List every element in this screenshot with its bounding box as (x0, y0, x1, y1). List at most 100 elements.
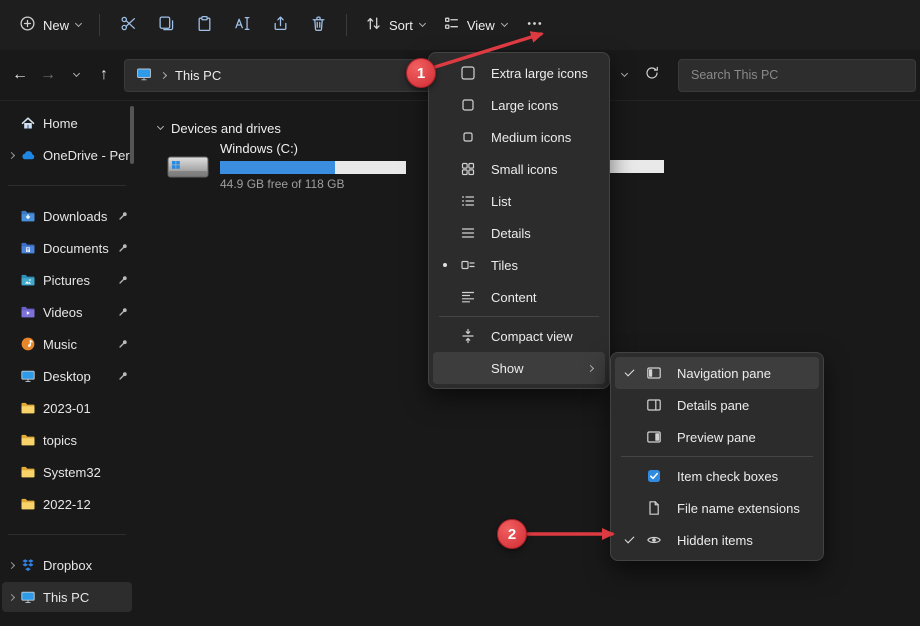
chevron-down-icon (75, 19, 82, 26)
chevron-down-icon (501, 19, 508, 26)
new-button-label: New (43, 18, 69, 33)
copy-button[interactable] (147, 8, 185, 42)
pin-icon (115, 306, 130, 318)
sidebar-item-music[interactable]: Music (2, 329, 132, 359)
view-option-extra-large-icons[interactable]: Extra large icons (433, 57, 605, 89)
submenu-item-details-pane[interactable]: Details pane (615, 389, 819, 421)
sidebar-item-label: 2022-12 (43, 497, 132, 512)
toolbar-divider (346, 14, 347, 36)
drive-info: Windows (C:) 44.9 GB free of 118 GB (220, 140, 406, 191)
view-option-large-icons[interactable]: Large icons (433, 89, 605, 121)
large-icons-icon (455, 97, 481, 113)
view-option-compact-view[interactable]: Compact view (433, 320, 605, 352)
view-button[interactable]: View (434, 8, 516, 42)
details-pane-icon (641, 397, 667, 413)
file-name-extensions-icon (641, 500, 667, 516)
sidebar-item-system32[interactable]: System32 (2, 457, 132, 487)
refresh-button[interactable] (638, 60, 666, 90)
pin-icon (115, 370, 130, 382)
content-icon (455, 289, 481, 305)
folder-icon (18, 496, 38, 512)
menu-item-label: Medium icons (481, 130, 571, 145)
extra-large-icons-icon (455, 65, 481, 81)
sidebar-item-label: OneDrive - Perso (43, 148, 132, 163)
view-option-content[interactable]: Content (433, 281, 605, 313)
pin-icon (115, 242, 130, 254)
delete-button[interactable] (299, 8, 337, 42)
sidebar-item-pictures[interactable]: Pictures (2, 265, 132, 295)
more-options-button[interactable] (516, 8, 554, 42)
drive-name: Windows (C:) (220, 140, 406, 157)
paste-button[interactable] (185, 8, 223, 42)
paste-icon (196, 15, 213, 35)
sidebar-item-desktop[interactable]: Desktop (2, 361, 132, 391)
view-option-small-icons[interactable]: Small icons (433, 153, 605, 185)
trash-icon (310, 15, 327, 35)
show-submenu: Navigation pane Details pane Preview pan… (610, 352, 824, 561)
folder-icon (18, 432, 38, 448)
search-input[interactable] (691, 68, 903, 82)
sidebar-item-label: Documents (43, 241, 115, 256)
list-icon (455, 193, 481, 209)
cut-button[interactable] (109, 8, 147, 42)
rename-button[interactable] (223, 8, 261, 42)
menu-item-label: Item check boxes (667, 469, 778, 484)
details-icon (455, 225, 481, 241)
tiles-icon (455, 257, 481, 273)
checkmark-icon (617, 539, 641, 541)
sidebar-item-videos[interactable]: Videos (2, 297, 132, 327)
chevron-down-icon (72, 69, 79, 76)
sidebar-item-label: Downloads (43, 209, 115, 224)
this-pc-icon (136, 66, 152, 85)
file-explorer-window: New (0, 0, 920, 626)
search-box (678, 59, 916, 92)
sidebar-scrollbar-thumb[interactable] (130, 106, 134, 164)
pictures-folder-icon (18, 272, 38, 288)
up-button[interactable]: ↑ (90, 60, 118, 90)
view-button-label: View (467, 18, 495, 33)
sidebar-item-label: Music (43, 337, 115, 352)
sidebar-divider (8, 185, 126, 186)
sidebar-item-onedrive[interactable]: OneDrive - Perso (2, 140, 132, 170)
submenu-item-item-check-boxes[interactable]: Item check boxes (615, 460, 819, 492)
show-submenu-item[interactable]: Show (433, 352, 605, 384)
recent-locations-button[interactable] (62, 60, 90, 90)
new-button[interactable]: New (10, 8, 90, 42)
share-button[interactable] (261, 8, 299, 42)
view-option-tiles[interactable]: Tiles (433, 249, 605, 281)
address-dropdown-button[interactable] (610, 60, 638, 90)
documents-folder-icon (18, 240, 38, 256)
sidebar-item-2022-12[interactable]: 2022-12 (2, 489, 132, 519)
sort-button[interactable]: Sort (356, 8, 434, 42)
submenu-item-navigation-pane[interactable]: Navigation pane (615, 357, 819, 389)
menu-item-label: Small icons (481, 162, 557, 177)
sidebar-item-downloads[interactable]: Downloads (2, 201, 132, 231)
submenu-item-hidden-items[interactable]: Hidden items (615, 524, 819, 556)
sidebar-item-topics[interactable]: topics (2, 425, 132, 455)
expand-chevron-icon (4, 563, 18, 568)
sidebar-item-this-pc[interactable]: This PC (2, 582, 132, 612)
toolbar-divider (99, 14, 100, 36)
sidebar-item-dropbox[interactable]: Dropbox (2, 550, 132, 580)
sidebar-item-label: This PC (43, 590, 132, 605)
menu-item-label: List (481, 194, 511, 209)
onedrive-cloud-icon (18, 147, 38, 163)
forward-button[interactable]: → (34, 60, 62, 90)
view-option-list[interactable]: List (433, 185, 605, 217)
sidebar-item-documents[interactable]: Documents (2, 233, 132, 263)
sidebar-item-label: 2023-01 (43, 401, 132, 416)
back-button[interactable]: ← (6, 60, 34, 90)
medium-icons-icon (455, 129, 481, 145)
submenu-item-file-name-extensions[interactable]: File name extensions (615, 492, 819, 524)
sidebar-item-2023-01[interactable]: 2023-01 (2, 393, 132, 423)
sidebar-item-home[interactable]: Home (2, 108, 132, 138)
view-option-medium-icons[interactable]: Medium icons (433, 121, 605, 153)
home-icon (18, 115, 38, 131)
submenu-item-preview-pane[interactable]: Preview pane (615, 421, 819, 453)
sidebar-item-label: Videos (43, 305, 115, 320)
view-option-details[interactable]: Details (433, 217, 605, 249)
folder-icon (18, 400, 38, 416)
hard-drive-icon (166, 150, 210, 191)
breadcrumb[interactable]: This PC (175, 68, 221, 83)
desktop-monitor-icon (18, 368, 38, 384)
